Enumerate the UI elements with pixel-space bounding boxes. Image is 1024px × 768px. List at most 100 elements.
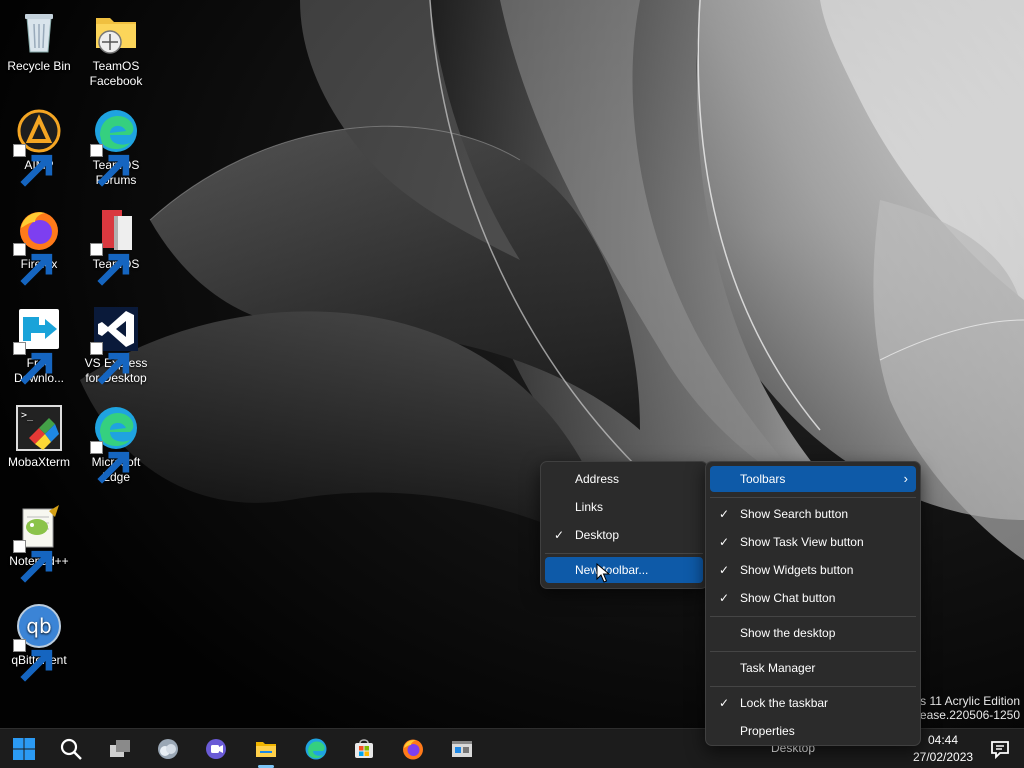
- folder-shortcut-icon: [92, 8, 140, 56]
- menu-item-label: Show Task View button: [740, 535, 864, 549]
- desktop-icon-free-download-manager[interactable]: Free Downlo...: [1, 305, 77, 386]
- desktop-icon-microsoft-edge[interactable]: Microsoft Edge: [78, 404, 154, 485]
- menu-item-label: Show Search button: [740, 507, 849, 521]
- aimp-icon: [13, 107, 63, 187]
- firefox-icon: [403, 739, 423, 760]
- menu-item-lock-the-taskbar[interactable]: ✓ Lock the taskbar: [710, 690, 916, 716]
- menu-item-links[interactable]: Links: [545, 494, 703, 520]
- menu-item-label: Properties: [740, 724, 795, 738]
- search-icon: [60, 738, 82, 760]
- menu-item-new-toolbar[interactable]: New toolbar...: [545, 557, 703, 583]
- desktop-icon-label: Recycle Bin: [7, 59, 71, 73]
- menu-separator: [710, 616, 916, 617]
- menu-item-label: Show Widgets button: [740, 563, 854, 577]
- menu-item-label: Links: [575, 500, 604, 514]
- menu-item-toolbars[interactable]: Toolbars ›: [710, 466, 916, 492]
- notification-icon: [991, 741, 1009, 760]
- edge-icon: [305, 738, 327, 760]
- build-watermark: s 11 Acrylic Edition elease.220506-1250: [911, 694, 1020, 722]
- menu-item-task-manager[interactable]: Task Manager: [710, 655, 916, 681]
- recycle-bin-icon: [15, 8, 63, 56]
- search-button[interactable]: [55, 733, 87, 765]
- edge-icon: [90, 107, 140, 187]
- store-button[interactable]: [348, 733, 380, 765]
- menu-separator: [545, 553, 703, 554]
- widgets-icon: [158, 739, 178, 759]
- shortcut-arrow-icon: [13, 243, 53, 286]
- download-manager-icon: [13, 305, 63, 385]
- desktop-icon-notepad-plus-plus[interactable]: Notepad++: [1, 503, 77, 583]
- svg-text:>_: >_: [21, 410, 34, 421]
- desktop-icon-teamos-facebook[interactable]: TeamOS Facebook: [78, 8, 154, 89]
- toolbars-submenu: Address Links ✓ Desktop New toolbar...: [540, 461, 708, 589]
- shortcut-arrow-icon: [90, 441, 130, 484]
- file-explorer-icon: [256, 742, 276, 757]
- shortcut-arrow-icon: [13, 342, 53, 385]
- checkmark-icon: ✓: [719, 507, 730, 521]
- watermark-line-2: elease.220506-1250: [910, 708, 1020, 722]
- clock-time[interactable]: 04:44: [928, 733, 958, 747]
- mobaxterm-icon: >_: [15, 404, 63, 452]
- qbittorrent-icon: qb: [13, 602, 63, 682]
- menu-item-label: Task Manager: [740, 661, 816, 675]
- desktop-icon-aimp[interactable]: AIMP: [1, 107, 77, 187]
- desktop-icon-recycle-bin[interactable]: Recycle Bin: [1, 8, 77, 74]
- file-explorer-button[interactable]: [250, 733, 282, 768]
- clock-date[interactable]: 27/02/2023: [913, 750, 973, 764]
- desktop-icon-teamos[interactable]: TeamOS: [78, 206, 154, 286]
- shortcut-arrow-icon: [13, 144, 53, 187]
- checkmark-icon: ✓: [719, 535, 730, 549]
- shortcut-arrow-icon: [90, 342, 130, 385]
- control-panel-icon: [452, 741, 472, 757]
- checkmark-icon: ✓: [554, 528, 565, 542]
- desktop-icon-label: MobaXterm: [7, 455, 71, 469]
- desktop-icon-qbittorrent[interactable]: qb qBittorrent: [1, 602, 77, 682]
- svg-text:qb: qb: [26, 614, 51, 638]
- menu-item-label: Lock the taskbar: [740, 696, 829, 710]
- shortcut-arrow-icon: [13, 540, 53, 583]
- notepad-plus-plus-icon: [13, 503, 63, 583]
- chevron-right-icon: ›: [903, 471, 908, 486]
- desktop-icon-mobaxterm[interactable]: >_ MobaXterm: [1, 404, 77, 470]
- chat-icon: [206, 739, 226, 759]
- mouse-cursor-icon: [596, 563, 610, 583]
- menu-item-show-widgets-button[interactable]: ✓ Show Widgets button: [710, 557, 916, 583]
- menu-separator: [710, 686, 916, 687]
- task-view-icon: [110, 740, 130, 757]
- checkmark-icon: ✓: [719, 696, 730, 710]
- shortcut-arrow-icon: [13, 639, 53, 682]
- menu-item-desktop[interactable]: ✓ Desktop: [545, 522, 703, 548]
- menu-item-properties[interactable]: Properties: [710, 718, 916, 744]
- desktop-icon-vs-express[interactable]: VS Express for Desktop: [78, 305, 154, 386]
- menu-item-show-chat-button[interactable]: ✓ Show Chat button: [710, 585, 916, 611]
- taskbar-context-menu: Toolbars › ✓ Show Search button ✓ Show T…: [705, 461, 921, 746]
- store-icon: [355, 739, 373, 758]
- menu-item-label: Desktop: [575, 528, 620, 542]
- control-panel-button[interactable]: [446, 733, 478, 765]
- menu-item-label: Show the desktop: [740, 626, 836, 640]
- firefox-button[interactable]: [397, 733, 429, 765]
- checkmark-icon: ✓: [719, 591, 730, 605]
- edge-button[interactable]: [300, 733, 332, 765]
- menu-item-label: Toolbars: [740, 472, 786, 486]
- menu-item-show-task-view-button[interactable]: ✓ Show Task View button: [710, 529, 916, 555]
- menu-separator: [710, 497, 916, 498]
- menu-item-address[interactable]: Address: [545, 466, 703, 492]
- widgets-button[interactable]: [152, 733, 184, 765]
- teamos-icon: [90, 206, 140, 286]
- desktop-icon-label: TeamOS Facebook: [89, 59, 143, 88]
- desktop-icon-firefox[interactable]: Firefox: [1, 206, 77, 286]
- start-icon: [13, 738, 35, 760]
- watermark-line-1: s 11 Acrylic Edition: [920, 694, 1020, 708]
- desktop-icon-teamos-forums[interactable]: TeamOS Forums: [78, 107, 154, 188]
- visual-studio-icon: [90, 305, 140, 385]
- menu-item-show-the-desktop[interactable]: Show the desktop: [710, 620, 916, 646]
- start-button[interactable]: [8, 733, 40, 765]
- task-view-button[interactable]: [104, 733, 136, 765]
- chat-button[interactable]: [200, 733, 232, 765]
- menu-item-show-search-button[interactable]: ✓ Show Search button: [710, 501, 916, 527]
- shortcut-arrow-icon: [90, 243, 130, 286]
- menu-item-label: New toolbar...: [575, 563, 649, 577]
- notification-button[interactable]: [984, 733, 1016, 765]
- menu-item-label: Address: [575, 472, 620, 486]
